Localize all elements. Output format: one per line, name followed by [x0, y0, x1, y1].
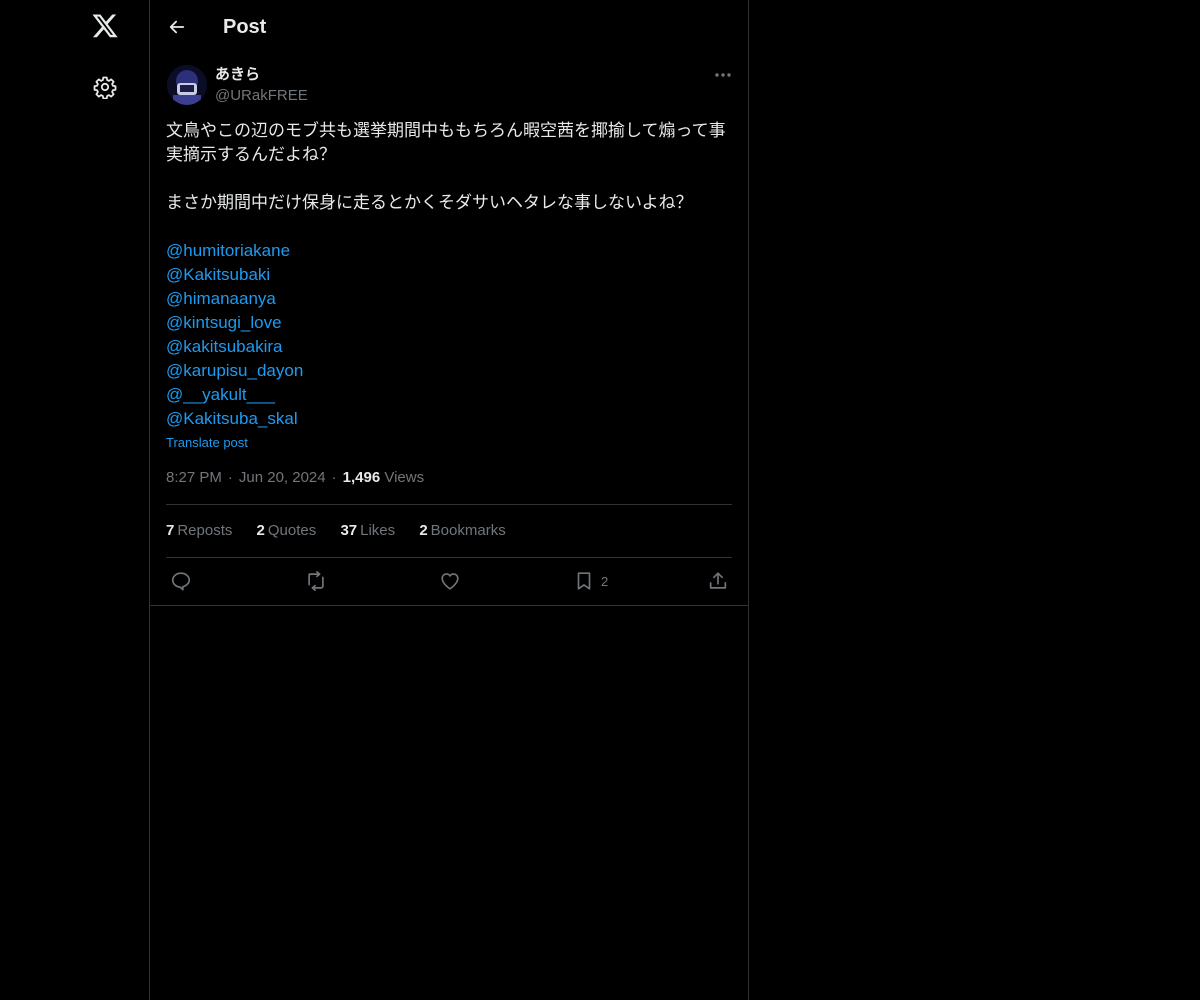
- share-button[interactable]: [707, 569, 729, 593]
- arrow-left-icon: [169, 20, 185, 34]
- tweet-text-line: まさか期間中だけ保身に走るとかくそダサいヘタレな事しないよね？: [166, 193, 693, 212]
- tweet-meta: 8:27 PM · Jun 20, 2024 · 1,496 Views: [166, 468, 424, 488]
- post-header: Post: [150, 0, 748, 53]
- line-break: [166, 167, 732, 191]
- more-dots-icon: [715, 73, 731, 77]
- translate-post-link[interactable]: Translate post: [166, 434, 248, 452]
- mention-link[interactable]: @kakitsubakira: [166, 335, 732, 359]
- divider: [166, 557, 732, 558]
- mention-link[interactable]: @himanaanya: [166, 287, 732, 311]
- mention-link[interactable]: @Kakitsubaki: [166, 263, 732, 287]
- reply-icon: [171, 572, 191, 591]
- tweet-text-line: 文鳥やこの辺のモブ共も選挙期間中ももちろん暇空茜を揶揄して煽って事: [166, 121, 726, 140]
- bookmark-icon: [577, 572, 591, 590]
- repost-icon: [308, 571, 324, 591]
- bookmark-count: 2: [601, 573, 609, 589]
- repost-button[interactable]: [304, 569, 328, 593]
- x-logo-icon[interactable]: [89, 11, 121, 43]
- bookmarks-label: Bookmarks: [430, 522, 506, 539]
- tweet-text-line: 実摘示するんだよね？: [166, 145, 336, 164]
- reposts-count: 7: [166, 522, 175, 539]
- mention-link[interactable]: @karupisu_dayon: [166, 359, 732, 383]
- like-button[interactable]: [439, 569, 461, 593]
- tweet-time[interactable]: 8:27 PM: [166, 469, 222, 486]
- divider: [150, 605, 748, 606]
- meta-separator: ·: [227, 469, 233, 486]
- mention-link[interactable]: @humitoriakane: [166, 239, 732, 263]
- more-options-button[interactable]: [712, 66, 734, 84]
- bookmarks-stat[interactable]: 2 Bookmarks: [419, 521, 505, 541]
- quotes-count: 2: [256, 522, 265, 539]
- back-button[interactable]: [163, 13, 191, 41]
- heart-icon: [441, 573, 459, 590]
- line-break: [166, 215, 732, 239]
- avatar[interactable]: [167, 65, 207, 105]
- app-root: Post あきら @URakFREE 文鳥やこの辺のモブ共も選挙期間中ももちろん…: [0, 0, 1200, 1000]
- likes-stat[interactable]: 37 Likes: [340, 521, 395, 541]
- left-nav: [0, 0, 149, 1000]
- engagement-stats: 7 Reposts 2 Quotes 37 Likes 2 Bookmarks: [166, 521, 526, 541]
- likes-count: 37: [340, 522, 358, 539]
- bookmark-button[interactable]: 2: [573, 569, 608, 593]
- author-display-name[interactable]: あきら: [215, 65, 260, 85]
- quotes-label: Quotes: [267, 522, 317, 539]
- gear-icon[interactable]: [91, 73, 119, 101]
- action-bar: 2: [150, 569, 748, 593]
- author-handle[interactable]: @URakFREE: [215, 86, 308, 106]
- page-title: Post: [223, 16, 267, 38]
- reply-button[interactable]: [170, 569, 192, 593]
- quotes-stat[interactable]: 2 Quotes: [257, 521, 317, 541]
- reposts-stat[interactable]: 7 Reposts: [166, 521, 232, 541]
- meta-separator: ·: [331, 469, 337, 486]
- views-count: 1,496: [342, 469, 381, 486]
- tweet-text: 文鳥やこの辺のモブ共も選挙期間中ももちろん暇空茜を揶揄して煽って事 実摘示するん…: [166, 119, 732, 431]
- mention-link[interactable]: @kintsugi_love: [166, 311, 732, 335]
- post-column: Post あきら @URakFREE 文鳥やこの辺のモブ共も選挙期間中ももちろん…: [149, 0, 749, 1000]
- reposts-label: Reposts: [177, 522, 233, 539]
- likes-label: Likes: [360, 522, 396, 539]
- mention-link[interactable]: @__yakult___: [166, 383, 732, 407]
- share-icon: [709, 572, 727, 589]
- mention-link[interactable]: @Kakitsuba_skal: [166, 407, 732, 431]
- divider: [166, 504, 732, 505]
- views-label: Views: [384, 469, 425, 486]
- bookmarks-count: 2: [419, 522, 428, 539]
- tweet-date[interactable]: Jun 20, 2024: [239, 469, 326, 486]
